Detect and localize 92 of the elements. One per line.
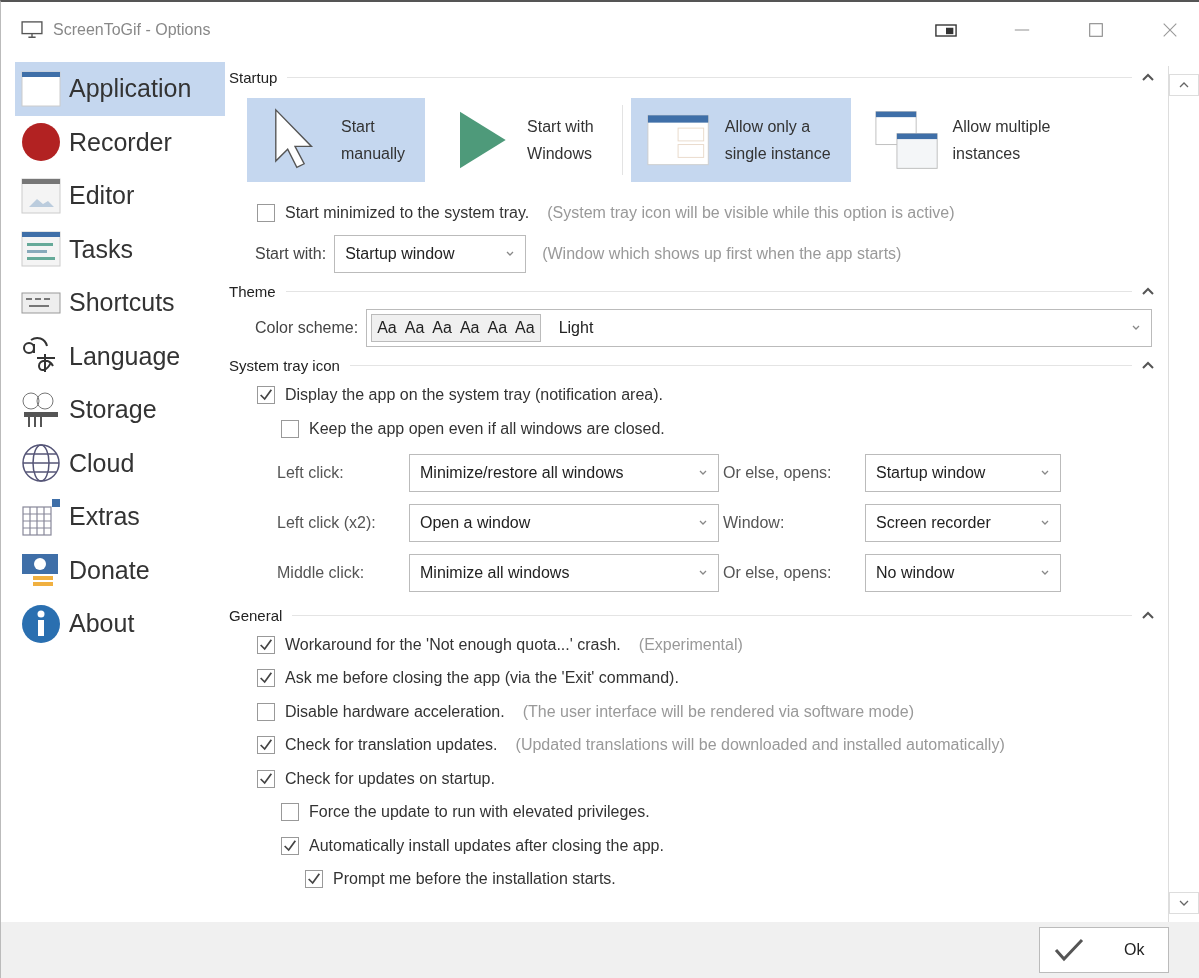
sidebar-item[interactable]: Storage (15, 383, 225, 437)
checkbox[interactable] (305, 870, 323, 889)
startup-mode-tile[interactable]: Start with Windows (433, 98, 614, 182)
grid-icon (21, 496, 61, 537)
dropdown-chevron-icon (1040, 520, 1050, 526)
sidebar-item[interactable]: Cloud (15, 436, 225, 490)
sidebar-item[interactable]: Language (15, 329, 225, 383)
collapse-chevron-icon[interactable] (1142, 361, 1154, 369)
field-label: Middle click: (277, 564, 366, 582)
dropdown-chevron-icon (698, 570, 708, 576)
field-label: Or else, opens: (723, 564, 833, 582)
dropdown-chevron-icon (1040, 470, 1050, 476)
section-title: General (229, 606, 283, 624)
checkbox-label[interactable]: Ask me before closing the app (via the 'Exit' command). (285, 669, 679, 688)
field-label: Color scheme: (255, 319, 359, 337)
checkbox-label[interactable]: Start minimized to the system tray. (285, 204, 530, 222)
checkbox[interactable] (257, 736, 275, 755)
image-window-icon (21, 175, 61, 216)
window-dropdown[interactable]: Startup window (865, 454, 1061, 492)
sidebar-item[interactable]: Application (15, 62, 225, 116)
window-dropdown[interactable]: Screen recorder (865, 504, 1061, 542)
checkbox-label[interactable]: Display the app on the system tray (notification area). (285, 386, 663, 404)
dropdown-chevron-icon (698, 470, 708, 476)
sidebar-item[interactable]: Tasks (15, 222, 225, 276)
field-label: Left click: (277, 464, 345, 482)
dropdown-chevron-icon (1131, 325, 1141, 331)
field-label: Or else, opens: (723, 464, 833, 482)
section-title: Theme (229, 282, 276, 300)
checkbox[interactable] (257, 386, 275, 404)
checkbox-label[interactable]: Force the update to run with elevated privileges. (309, 803, 650, 822)
collapse-chevron-icon[interactable] (1142, 611, 1154, 619)
record-dot-icon (21, 122, 61, 163)
checkbox[interactable] (257, 769, 275, 788)
hint-text: (Experimental) (638, 635, 743, 654)
ok-button[interactable]: Ok (1039, 927, 1169, 973)
window-dropdown[interactable]: No window (865, 554, 1061, 592)
checkbox[interactable] (281, 803, 299, 822)
start-with-dropdown[interactable]: Startup window (334, 235, 527, 273)
section-title: Startup (229, 68, 278, 86)
sidebar-item[interactable]: Recorder (15, 115, 225, 169)
checkbox-label[interactable]: Automatically install updates after closing the app. (309, 836, 664, 855)
checkbox-label[interactable]: Disable hardware acceleration. (285, 702, 505, 721)
monitor-icon (21, 21, 43, 39)
startup-mode-tile[interactable]: Start manually (247, 98, 426, 182)
sidebar-item[interactable]: Editor (15, 169, 225, 223)
checkbox-label[interactable]: Workaround for the 'Not enough quota...' crash. (285, 635, 621, 654)
action-dropdown[interactable]: Minimize/restore all windows (409, 454, 719, 492)
theme-name: Light (558, 319, 594, 337)
checkbox-label[interactable]: Check for translation updates. (285, 736, 498, 755)
checkbox[interactable] (257, 635, 275, 654)
list-window-icon (21, 229, 61, 270)
checkbox-label[interactable]: Check for updates on startup. (285, 769, 495, 788)
maximize-icon[interactable] (1087, 21, 1105, 39)
collapse-chevron-icon[interactable] (1142, 73, 1154, 81)
theme-preview: Aa Aa Aa Aa Aa Aa (371, 314, 541, 342)
storage-icon (21, 389, 61, 430)
sidebar-item[interactable]: About (15, 597, 225, 651)
section-title: System tray icon (229, 356, 340, 374)
hint-text: (Window which shows up first when the app starts) (542, 245, 902, 263)
checkbox[interactable] (257, 204, 275, 222)
field-label: Left click (x2): (277, 514, 377, 532)
checkbox[interactable] (257, 669, 275, 688)
checkbox[interactable] (281, 836, 299, 855)
color-scheme-dropdown[interactable]: Aa Aa Aa Aa Aa Aa Light (366, 309, 1152, 347)
checkbox[interactable] (257, 702, 275, 721)
hint-text: (Updated translations will be downloaded and installed automatically) (515, 736, 1005, 755)
checkbox[interactable] (281, 420, 299, 438)
startup-mode-tile[interactable]: Allow only a single instance (630, 98, 851, 182)
action-dropdown[interactable]: Open a window (409, 504, 719, 542)
collapse-chevron-icon[interactable] (1142, 287, 1154, 295)
action-dropdown[interactable]: Minimize all windows (409, 554, 719, 592)
multiple-windows-icon (874, 108, 939, 172)
startup-mode-tile[interactable]: Allow multiple instances (858, 98, 1071, 182)
sidebar-item[interactable]: Shortcuts (15, 276, 225, 330)
field-label: Start with: (255, 245, 327, 263)
hint-text: (The user interface will be rendered via software mode) (522, 702, 914, 721)
dropdown-chevron-icon (1040, 570, 1050, 576)
window-layout-icon[interactable] (935, 23, 957, 37)
hint-text: (System tray icon will be visible while this option is active) (547, 204, 955, 222)
info-icon (21, 603, 61, 644)
sidebar-item[interactable]: Donate (15, 543, 225, 597)
checkbox-label[interactable]: Prompt me before the installation starts. (333, 870, 616, 889)
window-title: ScreenToGif - Options (53, 21, 211, 39)
window-icon (21, 68, 61, 109)
field-label: Window: (723, 514, 786, 532)
sidebar-item[interactable]: Extras (15, 490, 225, 544)
dropdown-chevron-icon (505, 251, 516, 257)
checkbox-label[interactable]: Keep the app open even if all windows are closed. (309, 420, 665, 438)
checkmark-icon (1054, 938, 1084, 962)
close-icon[interactable] (1161, 21, 1179, 39)
globe-icon (21, 443, 61, 484)
dropdown-chevron-icon (698, 520, 708, 526)
